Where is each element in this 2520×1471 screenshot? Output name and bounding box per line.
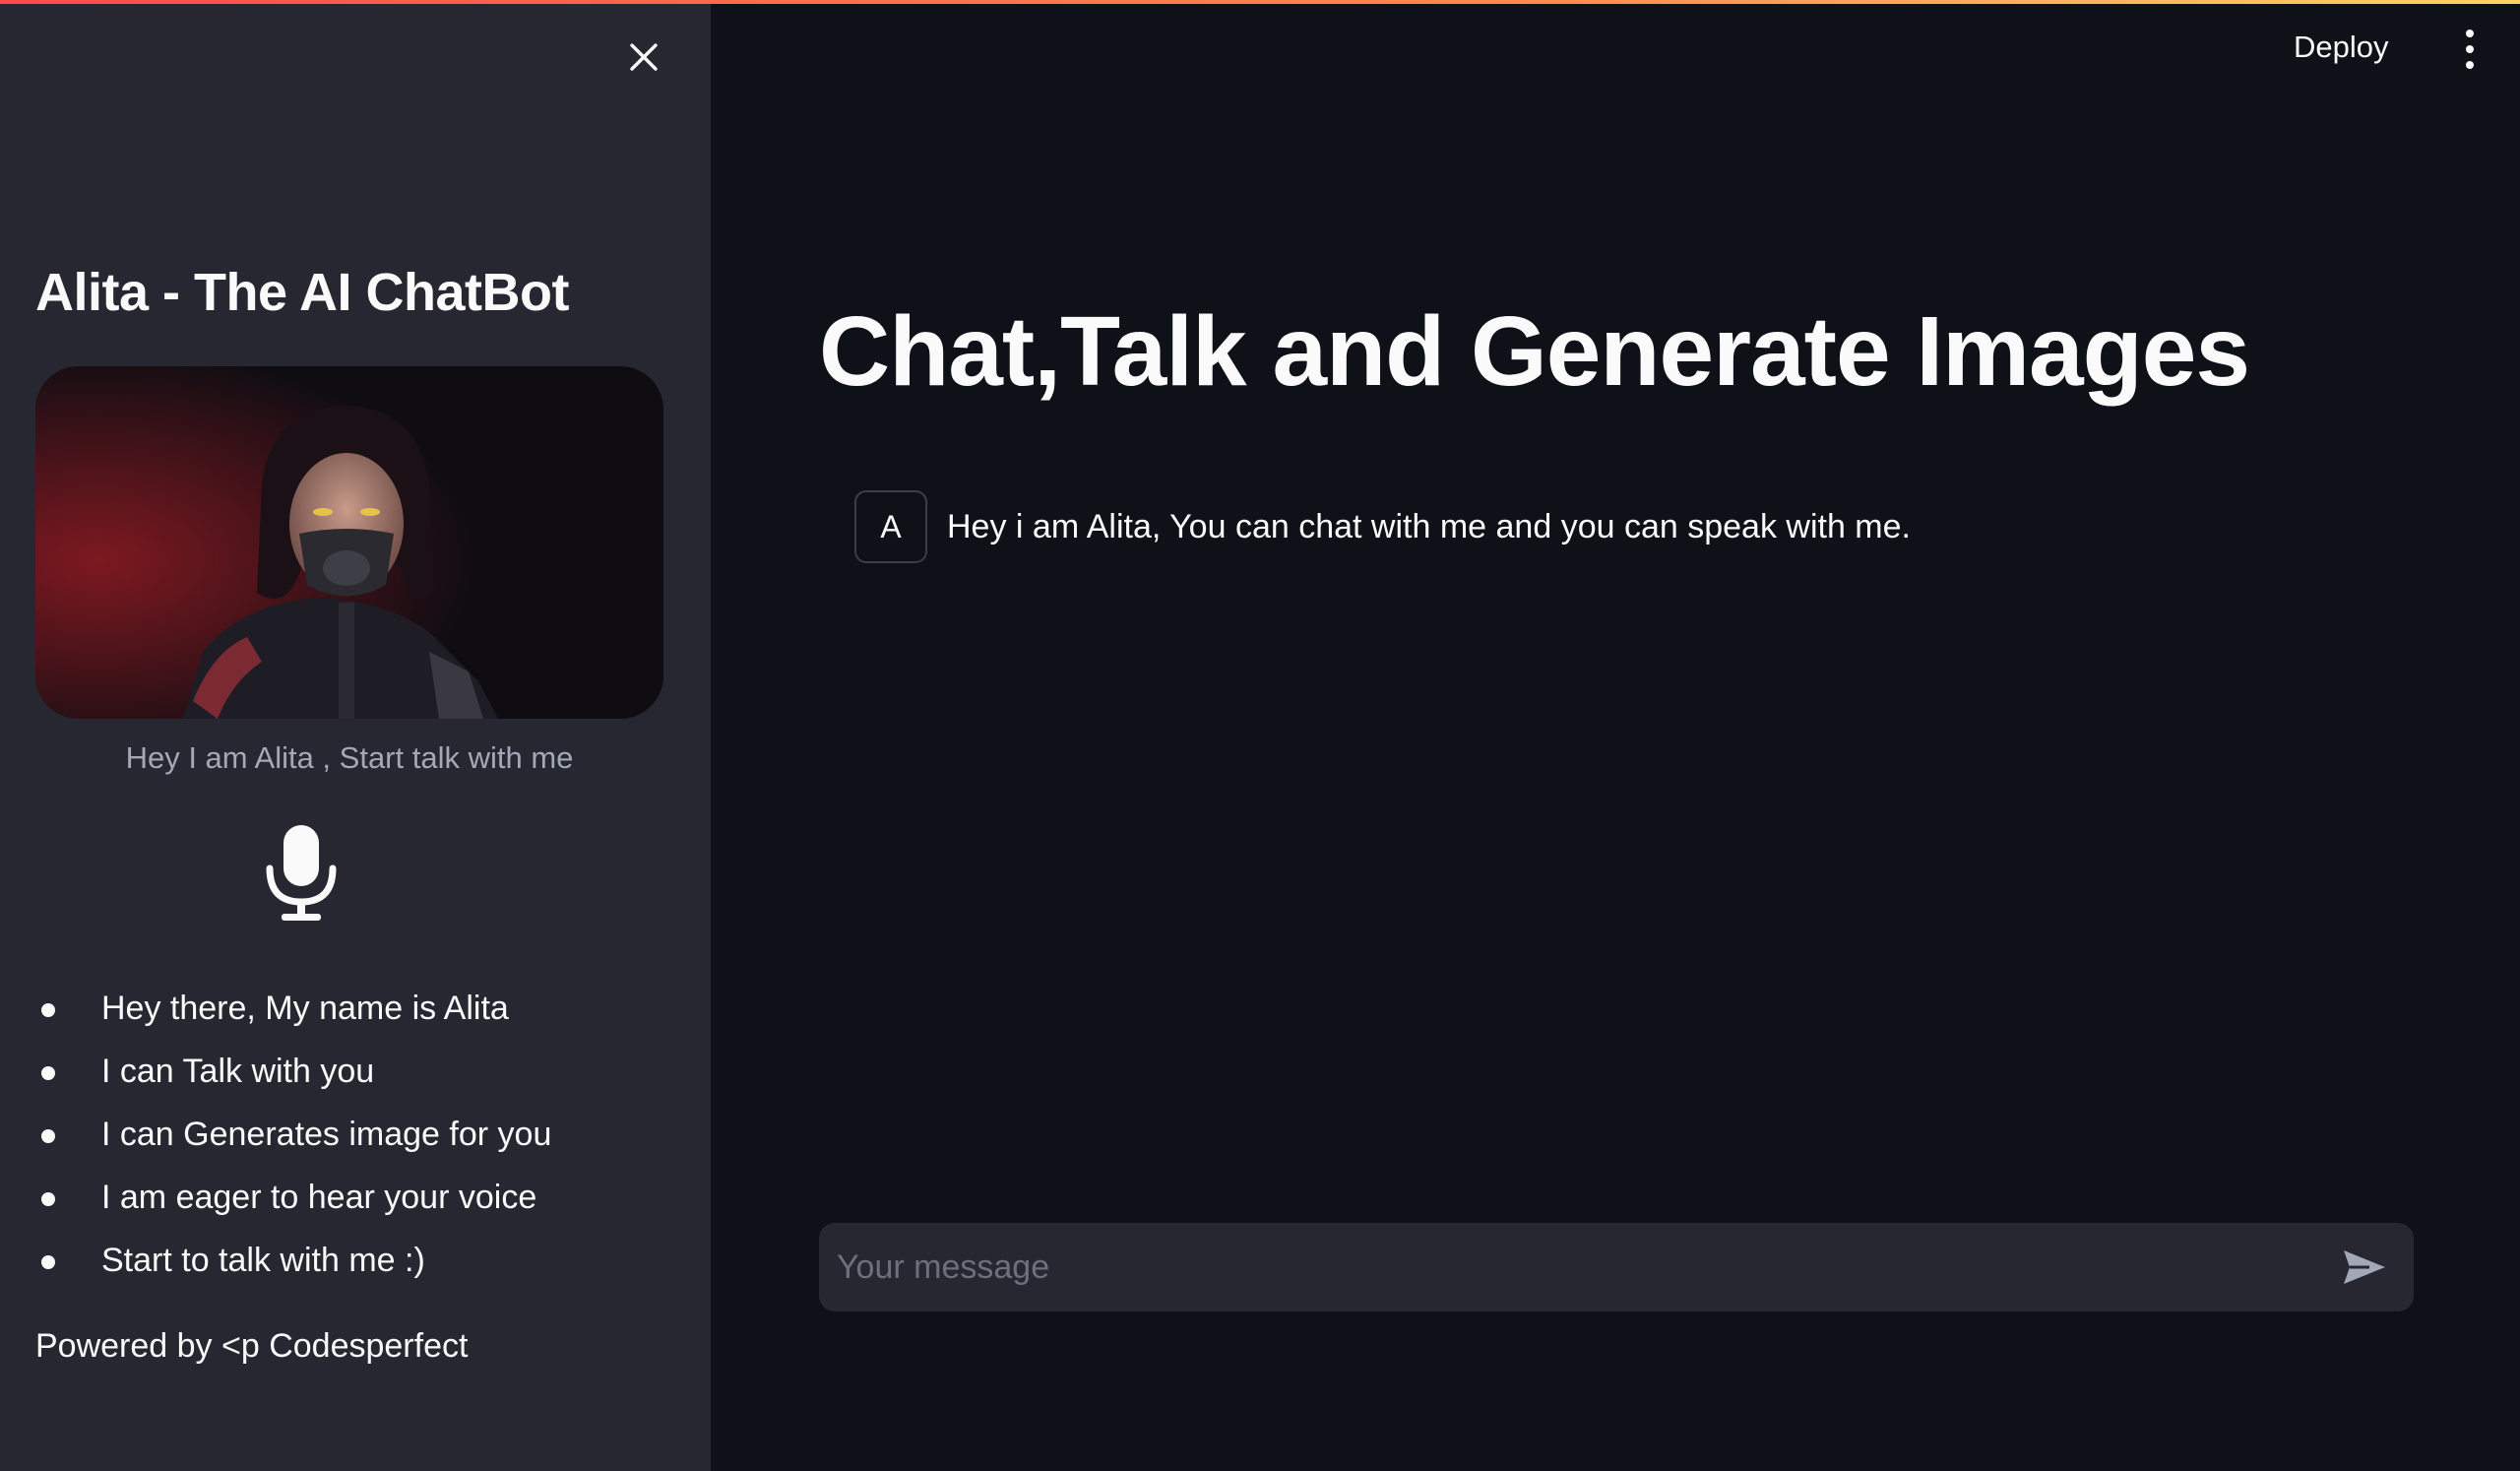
send-button[interactable] [2335, 1243, 2394, 1292]
feature-item: I can Talk with you [35, 1044, 551, 1107]
microphone-icon [266, 825, 337, 921]
chat-message: A Hey i am Alita, You can chat with me a… [854, 490, 1911, 563]
feature-list: Hey there, My name is Alita I can Talk w… [35, 981, 551, 1296]
close-icon [630, 43, 658, 71]
image-caption: Hey I am Alita , Start talk with me [125, 740, 574, 775]
chat-message-text: Hey i am Alita, You can chat with me and… [947, 507, 1911, 545]
more-vertical-icon [2466, 30, 2474, 37]
feature-item: Start to talk with me :) [35, 1233, 551, 1296]
deploy-button[interactable]: Deploy [2294, 30, 2389, 65]
chat-input-container [819, 1223, 2414, 1311]
feature-item: Hey there, My name is Alita [35, 981, 551, 1044]
more-vertical-icon-dot [2466, 61, 2474, 69]
powered-by-footer: Powered by <p Codesperfect [35, 1327, 469, 1365]
close-sidebar-button[interactable] [620, 33, 667, 81]
chat-input[interactable] [837, 1223, 2313, 1311]
assistant-avatar: A [854, 490, 927, 563]
sidebar-title: Alita - The AI ChatBot [35, 263, 569, 322]
more-vertical-icon-dot [2466, 45, 2474, 53]
send-icon [2344, 1250, 2385, 1284]
page-title: Chat,Talk and Generate Images [819, 296, 2250, 407]
feature-item: I am eager to hear your voice [35, 1170, 551, 1233]
top-decoration-bar [0, 0, 2520, 4]
feature-item: I can Generates image for you [35, 1107, 551, 1170]
main-menu-button[interactable] [2455, 30, 2485, 69]
microphone-button[interactable] [262, 823, 341, 926]
alita-hero-image [35, 366, 663, 719]
sidebar: Alita - The AI ChatBot Hey I am Alita , … [0, 0, 711, 1471]
